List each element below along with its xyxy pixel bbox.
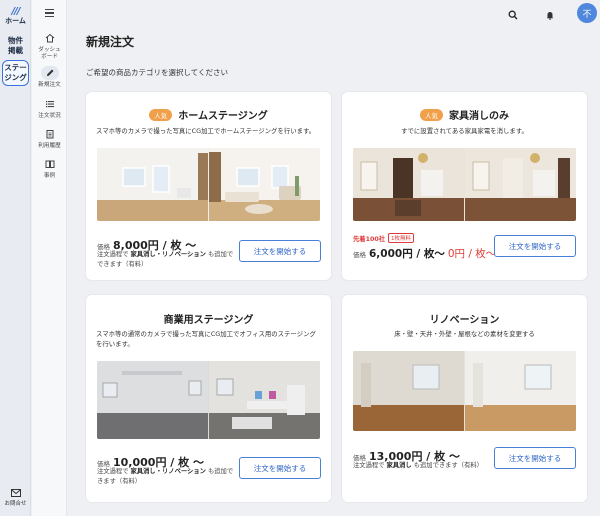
option-note: 注文過程で 家具消し も追加できます（有料） xyxy=(353,462,483,469)
page-subtitle: ご希望の商品カテゴリを選択してください xyxy=(86,68,229,77)
card-title: ホームステージング xyxy=(178,111,268,122)
furniture-removal-image xyxy=(353,148,576,221)
app-rail: /// ホーム 物件 掲載 ステー ジング お問合せ xyxy=(0,0,31,516)
sidebar-item-label: 新規注文 xyxy=(38,82,61,88)
card-title: 家具消しのみ xyxy=(449,111,509,122)
sidebar-item-dashboard[interactable]: ダッシュ ボード xyxy=(32,31,67,61)
card-description: スマホ等のカメラで撮った写真にCG加工でホームステージングを行います。 xyxy=(96,127,316,135)
promo-tag: 1枚無料 xyxy=(388,233,415,243)
book-icon xyxy=(45,160,54,168)
sidebar-item-order-status[interactable]: 注文状況 xyxy=(32,97,67,120)
promo-label: 先着100社 xyxy=(353,235,386,243)
logo-icon: /// xyxy=(11,6,21,17)
sidebar-item-cases[interactable]: 事例 xyxy=(32,157,67,180)
popular-badge: 人気 xyxy=(149,108,173,121)
page-title: 新規注文 xyxy=(86,35,135,49)
card-description: スマホ等の通常のカメラで撮った写真にCG加工でオフィス用のステージングを行います… xyxy=(96,330,316,348)
card-title: リノベーション xyxy=(429,315,500,326)
sidebar: ダッシュ ボード 新規注文 注文状況 利用履歴 事例 xyxy=(32,0,67,516)
list-icon xyxy=(45,101,54,108)
popular-badge: 人気 xyxy=(420,108,443,121)
rail-item-label: ステー ジング xyxy=(4,63,27,82)
clipboard-icon xyxy=(46,130,53,139)
contact-label: お問合せ xyxy=(4,501,27,507)
rail-contact[interactable]: お問合せ xyxy=(1,489,30,507)
card-title: 商業用ステージング xyxy=(163,315,254,326)
card-description: すでに設置されてある家具家電を消します。 xyxy=(401,127,528,135)
sidebar-item-usage-history[interactable]: 利用履歴 xyxy=(32,127,67,150)
pencil-icon xyxy=(46,69,53,76)
sidebar-item-label: 利用履歴 xyxy=(38,143,61,149)
rail-item-label: 物件 掲載 xyxy=(8,36,23,55)
card-home-staging[interactable]: 人気 ホームステージング スマホ等のカメラで撮った写真にCG加工でホームステージ… xyxy=(86,92,331,280)
bell-icon xyxy=(546,12,554,20)
hamburger-menu-icon[interactable] xyxy=(45,9,54,19)
sidebar-item-label: ダッシュ ボード xyxy=(38,47,61,60)
sidebar-item-label: 事例 xyxy=(43,173,56,179)
start-order-button[interactable]: 注文を開始する xyxy=(494,447,576,469)
search-icon xyxy=(508,10,518,20)
option-note: 注文過程で 家具消し・リノベーション も追加で できます（有料） xyxy=(97,251,234,268)
promo-price-value: 0円 / 枚〜 xyxy=(447,248,497,260)
start-order-button[interactable]: 注文を開始する xyxy=(239,457,321,479)
renovation-image xyxy=(353,351,576,431)
price-value: 6,000円 / 枚〜 xyxy=(369,248,445,260)
card-commercial-staging[interactable]: 商業用ステージング スマホ等の通常のカメラで撮った写真にCG加工でオフィス用のス… xyxy=(86,295,331,502)
commercial-staging-image xyxy=(97,361,320,439)
mail-icon xyxy=(10,489,21,497)
search-button[interactable] xyxy=(506,8,520,22)
rail-home[interactable]: /// ホーム xyxy=(3,6,28,26)
start-order-button[interactable]: 注文を開始する xyxy=(239,240,321,262)
start-order-button[interactable]: 注文を開始する xyxy=(494,235,576,257)
notification-button[interactable] xyxy=(543,8,557,22)
sidebar-item-label: 注文状況 xyxy=(38,113,61,119)
rail-item-listing[interactable]: 物件 掲載 xyxy=(2,36,29,56)
rail-item-staging[interactable]: ステー ジング xyxy=(2,60,29,86)
home-icon xyxy=(45,33,54,43)
option-note: 注文過程で 家具消し・リノベーション も追加で きます（有料） xyxy=(97,468,234,485)
card-renovation[interactable]: リノベーション 床・壁・天井・外壁・屋根などの素材を変更する 価格 13,000… xyxy=(342,295,587,502)
card-description: 床・壁・天井・外壁・屋根などの素材を変更する xyxy=(394,330,535,338)
price-label: 価格 xyxy=(353,251,366,259)
card-furniture-removal[interactable]: 人気 家具消しのみ すでに設置されてある家具家電を消します。 先着100社 1枚… xyxy=(342,92,587,280)
avatar[interactable]: 不 xyxy=(577,3,597,23)
sidebar-item-new-order[interactable]: 新規注文 xyxy=(32,66,67,89)
rail-home-label: ホーム xyxy=(5,17,26,25)
home-staging-image xyxy=(97,148,320,221)
